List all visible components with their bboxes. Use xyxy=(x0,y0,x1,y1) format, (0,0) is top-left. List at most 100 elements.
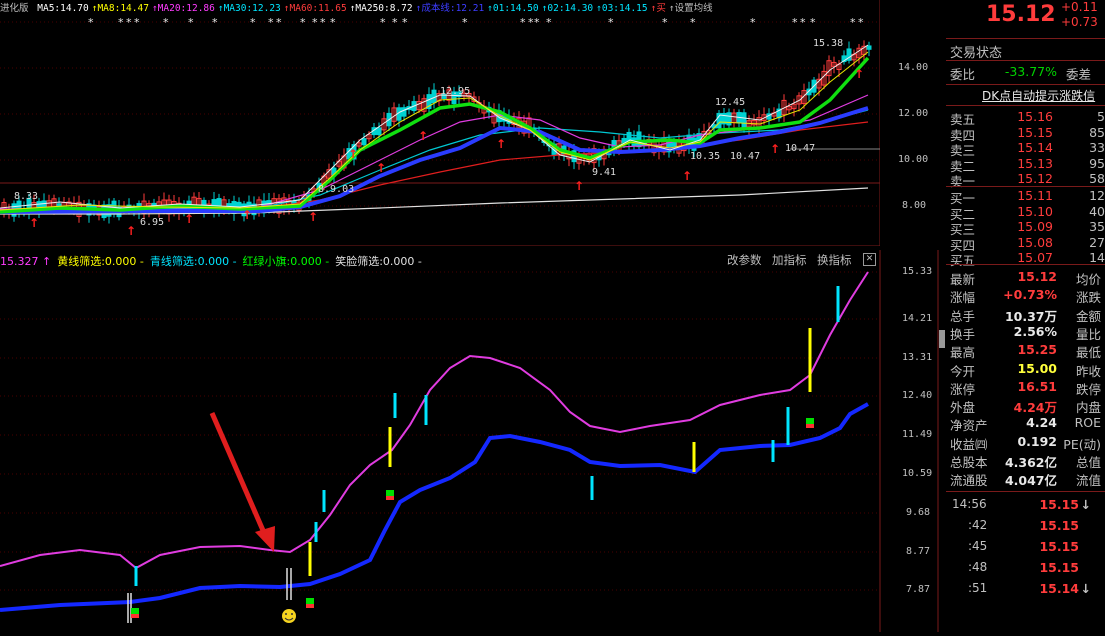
book-price: 15.13 xyxy=(1017,155,1053,171)
star-marker: * xyxy=(858,16,864,29)
book-volume: 58 xyxy=(1089,171,1105,186)
last-price: 15.12 xyxy=(986,2,1056,27)
stat-row: 今开 15.00 昨收 xyxy=(946,360,1105,379)
star-marker: * xyxy=(810,16,816,29)
tick-row: :51 15.14 ↓ xyxy=(946,580,1105,598)
stat-row: 净资产 4.24 ROE xyxy=(946,414,1105,433)
price-change-pct: +0.73 xyxy=(1061,15,1098,29)
stat-row: 总手 10.37万 金额 xyxy=(946,305,1105,324)
star-marker: * xyxy=(312,16,318,29)
stat-label-2: 跌停 xyxy=(1075,381,1101,397)
tick-time: 14:56 xyxy=(952,497,987,511)
ma-legend-item[interactable]: ↑设置均线 xyxy=(669,3,713,14)
star-marker: * xyxy=(250,16,256,29)
star-marker: * xyxy=(750,16,756,29)
stat-label-2: 总值 xyxy=(1075,455,1101,470)
kline-chart-svg: * * * * * * * * * * * * * * * * * * * * * * * * * * * * * * *↑↑↑ ↑ ↑↑↑↑↑… xyxy=(0,0,881,247)
star-marker: * xyxy=(520,16,526,29)
candle-body xyxy=(361,138,367,146)
ma-legend-item: ↑01:14.50 xyxy=(487,3,539,14)
candle-body xyxy=(866,45,872,50)
buy-arrow-icon: ↑ xyxy=(854,67,864,81)
wei-bi-row: 委比 -33.77% 委差 xyxy=(950,64,1091,82)
book-volume: 40 xyxy=(1089,203,1105,219)
tick-time: :51 xyxy=(968,581,988,595)
star-marker: * xyxy=(662,16,668,29)
chart-annotation: 6.95 xyxy=(140,217,165,228)
star-marker: * xyxy=(300,16,306,29)
ma-legend: 进化版 MA5:14.70 ↑MA8:14.47 ↑MA20:12.86 ↑MA30:… xyxy=(0,0,716,14)
ma-legend-item: ↑MA8:14.47 xyxy=(91,3,149,14)
star-marker: * xyxy=(462,16,468,29)
stat-label-2: ROE xyxy=(1074,415,1101,431)
stat-label: 涨停 xyxy=(950,381,976,397)
book-price: 15.15 xyxy=(1017,124,1053,140)
price-axis-label: 14.00 xyxy=(898,62,929,73)
book-price: 15.12 xyxy=(1017,171,1053,186)
trade-status: 交易状态 xyxy=(950,46,1003,61)
chart-annotation: 10.35 xyxy=(690,151,721,162)
candle-body xyxy=(726,112,732,126)
price-axis-label: 8.00 xyxy=(902,200,927,211)
book-volume: 14 xyxy=(1089,250,1105,265)
tick-arrow-icon: ↓ xyxy=(1080,497,1091,512)
stat-value: 2.56% xyxy=(1013,323,1057,339)
buy-arrow-icon: ↑ xyxy=(682,169,692,183)
buy-arrow-icon: ↑ xyxy=(770,142,780,156)
upper-band-line xyxy=(0,271,869,570)
indicator-axis-label: 14.21 xyxy=(902,313,933,324)
buy-arrow-icon: ↑ xyxy=(376,161,386,175)
book-price: 15.07 xyxy=(1017,250,1053,265)
stat-label-2: 昨收 xyxy=(1075,363,1101,379)
stat-value: 15.00 xyxy=(1017,360,1057,376)
book-level-label: 买五 xyxy=(950,253,976,268)
stat-value: +0.73% xyxy=(1003,287,1057,303)
star-marker: * xyxy=(330,16,336,29)
ma-legend-item: ↑MA30:12.23 xyxy=(217,3,281,14)
star-marker: * xyxy=(850,16,856,29)
ticker-banner[interactable]: DK点自动提示涨跌信 xyxy=(982,87,1095,104)
stat-value: 15.25 xyxy=(1017,342,1057,358)
buy-arrow-icon: ↑ xyxy=(29,216,39,230)
tick-arrow-icon: ↓ xyxy=(1080,581,1091,596)
tick-price: 15.15 xyxy=(1039,497,1079,512)
book-price: 15.10 xyxy=(1017,203,1053,219)
star-marker: * xyxy=(276,16,282,29)
stat-label-2: 均价 xyxy=(1075,272,1101,287)
stat-label: 最高 xyxy=(950,345,976,361)
ma-legend-item: ↑成本线:12.21 xyxy=(415,3,485,14)
star-marker: * xyxy=(800,16,806,29)
ma-legend-item: ↑MA20:12.86 xyxy=(151,3,215,14)
tick-price: 15.15 xyxy=(1039,539,1079,554)
indicator-chart-panel[interactable]: 15.33 14.21 13.31 12.40 11.49 10.59 9.68… xyxy=(0,250,945,632)
stat-label: 总股本 xyxy=(950,455,988,470)
star-marker: * xyxy=(126,16,132,29)
star-marker: * xyxy=(534,16,540,29)
kline-chart-panel[interactable]: * * * * * * * * * * * * * * * * * * * * * * * * * * * * * * * ↑ ↑ ↑ ↑ ↑ ↑ ↑ ↑ ↑… xyxy=(0,0,928,247)
book-price: 15.16 xyxy=(1017,109,1053,124)
stat-row: 涨停 16.51 跌停 xyxy=(946,378,1105,397)
buy-arrow-icon: ↑ xyxy=(574,179,584,193)
star-marker: * xyxy=(392,16,398,29)
indicator-axis-label: 10.59 xyxy=(902,468,933,479)
buy-arrow-icon: ↑ xyxy=(308,210,318,224)
stat-label-2: 流值 xyxy=(1075,473,1101,489)
buy-arrow-icon: ↑ xyxy=(348,147,358,161)
price-change: +0.11 xyxy=(1061,0,1098,14)
tick-price: 15.15 xyxy=(1039,560,1079,575)
book-volume: 12 xyxy=(1089,188,1105,203)
buy-arrow-icon: ↑ xyxy=(242,208,252,222)
stat-row: 最新 15.12 均价 xyxy=(946,268,1105,287)
ma5-line xyxy=(0,44,869,209)
book-price: 15.11 xyxy=(1017,188,1053,203)
stat-row: 最高 15.25 最低 xyxy=(946,341,1105,361)
indicator-axis-label: 12.40 xyxy=(902,390,933,401)
book-volume: 33 xyxy=(1089,140,1105,155)
star-marker: * xyxy=(792,16,798,29)
stat-label: 涨幅 xyxy=(950,290,976,306)
stat-row: 外盘 4.24万 内盘 xyxy=(946,396,1105,416)
stat-value: 4.24 xyxy=(1026,415,1057,431)
indicator-axis-label: 15.33 xyxy=(902,266,933,277)
stat-label-2: 内盘 xyxy=(1075,400,1101,416)
tick-price: 15.15 xyxy=(1039,518,1079,533)
